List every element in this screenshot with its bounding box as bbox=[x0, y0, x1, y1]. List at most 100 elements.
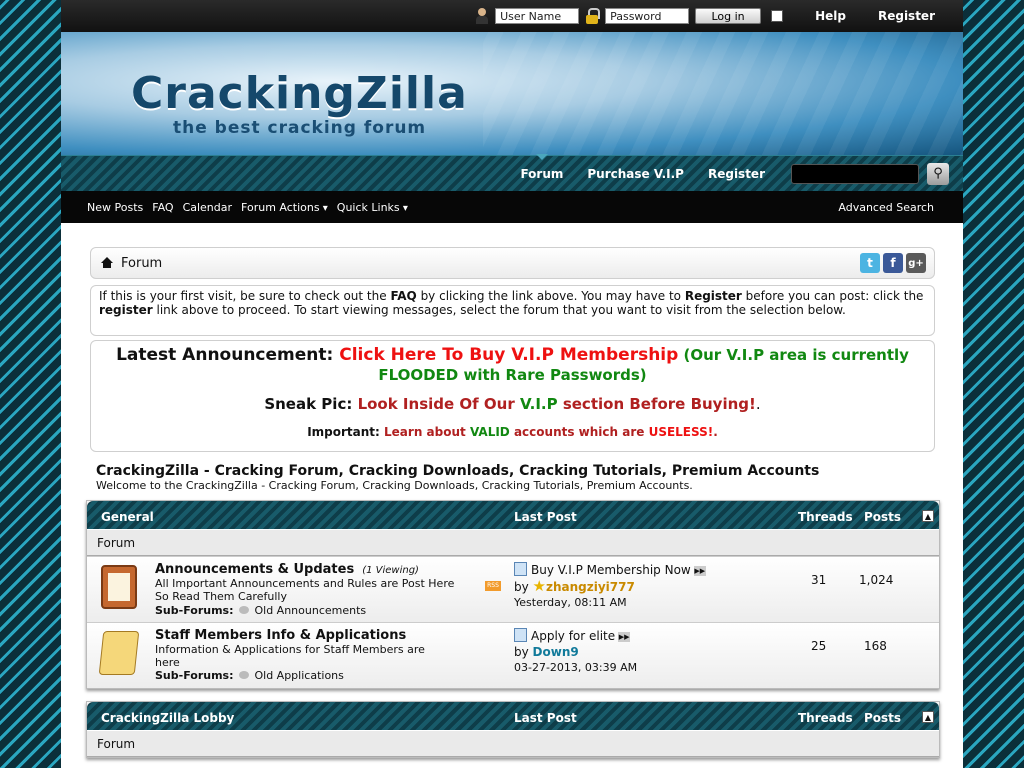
sneak-link[interactable]: section Before Buying! bbox=[558, 395, 756, 413]
document-icon bbox=[514, 628, 527, 642]
announcement-label: Latest Announcement: bbox=[116, 345, 340, 365]
twitter-icon[interactable]: t bbox=[860, 253, 880, 273]
tab-forum[interactable]: Forum bbox=[520, 153, 563, 181]
last-post: Apply for elite ▶▶ by Down9 03-27-2013, 0… bbox=[514, 628, 637, 676]
col-threads: Threads bbox=[798, 510, 853, 524]
new-posts-link[interactable]: New Posts bbox=[87, 201, 143, 214]
notice-register-link[interactable]: Register bbox=[685, 289, 742, 303]
tab-purchase-vip[interactable]: Purchase V.I.P bbox=[587, 167, 684, 181]
breadcrumb-forum[interactable]: Forum bbox=[121, 256, 162, 271]
last-post-title[interactable]: Buy V.I.P Membership Now bbox=[531, 563, 691, 577]
collapse-icon[interactable]: ▲ bbox=[922, 510, 934, 522]
rss-icon[interactable]: RSS bbox=[485, 581, 501, 591]
go-to-post-icon[interactable]: ▶▶ bbox=[618, 632, 631, 642]
last-post-user[interactable]: zhangziyi777 bbox=[546, 580, 635, 594]
notice-text: link above to proceed. To start viewing … bbox=[152, 303, 846, 317]
category-title[interactable]: General bbox=[101, 510, 154, 524]
site-logo[interactable]: CrackingZilla bbox=[131, 68, 468, 119]
forum-description: Information & Applications for Staff Mem… bbox=[155, 643, 425, 669]
register-link[interactable]: Register bbox=[878, 9, 935, 23]
col-last-post: Last Post bbox=[514, 711, 577, 725]
facebook-icon[interactable]: f bbox=[883, 253, 903, 273]
subforum-link[interactable]: Old Announcements bbox=[254, 604, 366, 617]
site-tagline: the best cracking forum bbox=[173, 118, 427, 138]
viewing-count: (1 Viewing) bbox=[362, 565, 419, 576]
notice-text: before you can post: click the bbox=[741, 289, 924, 303]
category-title[interactable]: CrackingZilla Lobby bbox=[101, 711, 234, 725]
welcome-block: CrackingZilla - Cracking Forum, Cracking… bbox=[96, 463, 819, 492]
forum-row: Staff Members Info & Applications Inform… bbox=[87, 622, 939, 688]
subforums-label: Sub-Forums: bbox=[155, 604, 234, 617]
login-button[interactable]: Log in bbox=[695, 8, 762, 24]
notice-text: If this is your first visit, be sure to … bbox=[99, 289, 391, 303]
important-link[interactable]: accounts which are bbox=[510, 425, 649, 439]
last-post-user[interactable]: Down9 bbox=[533, 645, 579, 659]
col-last-post: Last Post bbox=[514, 510, 577, 524]
welcome-subtitle: Welcome to the CrackingZilla - Cracking … bbox=[96, 479, 693, 492]
announcement-link[interactable]: Click Here To Buy V.I.P Membership bbox=[339, 345, 678, 365]
search-icon: ⚲ bbox=[933, 166, 943, 181]
notice-register-link[interactable]: register bbox=[99, 303, 153, 317]
help-link[interactable]: Help bbox=[815, 9, 846, 23]
sneak-link[interactable]: V.I.P bbox=[520, 395, 558, 413]
category-lobby: CrackingZilla Lobby Last Post Threads Po… bbox=[86, 701, 940, 758]
last-post-by: by bbox=[514, 645, 533, 659]
welcome-title: CrackingZilla - Cracking Forum, Cracking… bbox=[96, 463, 820, 479]
go-to-post-icon[interactable]: ▶▶ bbox=[693, 566, 706, 576]
col-posts: Posts bbox=[864, 711, 902, 725]
important-dot: . bbox=[713, 425, 718, 439]
document-icon bbox=[514, 562, 527, 576]
calendar-link[interactable]: Calendar bbox=[183, 201, 232, 214]
search-button[interactable]: ⚲ bbox=[927, 162, 949, 185]
category-header: General Last Post Threads Posts ▲ bbox=[87, 501, 939, 529]
category-general: General Last Post Threads Posts ▲ Forum … bbox=[86, 500, 940, 689]
advanced-search-link[interactable]: Advanced Search bbox=[838, 201, 934, 214]
sub-navbar: New Posts FAQ Calendar Forum Actions Qui… bbox=[61, 191, 963, 223]
notice-faq-link[interactable]: FAQ bbox=[390, 289, 416, 303]
post-count: 168 bbox=[864, 639, 887, 653]
breadcrumb: Forum t f g+ bbox=[90, 247, 935, 279]
forum-status-icon bbox=[101, 565, 137, 609]
forum-status-icon bbox=[98, 631, 140, 675]
sneak-link[interactable]: Look Inside Of Our bbox=[358, 395, 520, 413]
forum-description: All Important Announcements and Rules ar… bbox=[155, 577, 455, 603]
faq-link[interactable]: FAQ bbox=[152, 201, 173, 214]
last-post-by: by bbox=[514, 580, 533, 594]
important-link[interactable]: Learn about bbox=[384, 425, 470, 439]
important-link[interactable]: USELESS! bbox=[649, 425, 714, 439]
username-input[interactable] bbox=[495, 8, 580, 24]
lock-icon bbox=[585, 8, 601, 24]
thread-count: 25 bbox=[811, 639, 827, 653]
forum-title[interactable]: Announcements & Updates bbox=[155, 562, 354, 577]
forum-actions-menu[interactable]: Forum Actions bbox=[241, 201, 328, 214]
subforum-link[interactable]: Old Applications bbox=[254, 669, 343, 682]
subforums: Sub-Forums: Old Announcements bbox=[155, 604, 366, 617]
social-buttons: t f g+ bbox=[860, 253, 926, 273]
notice-text: by clicking the link above. You may have… bbox=[416, 289, 685, 303]
password-input[interactable] bbox=[605, 8, 690, 24]
user-icon bbox=[475, 8, 489, 24]
important-link[interactable]: VALID bbox=[470, 425, 510, 439]
remember-me-checkbox[interactable] bbox=[771, 10, 784, 22]
main-content: Forum t f g+ If this is your first visit… bbox=[61, 223, 963, 768]
tab-register[interactable]: Register bbox=[708, 167, 765, 181]
forum-title[interactable]: Staff Members Info & Applications bbox=[155, 628, 406, 643]
star-icon: ★ bbox=[532, 577, 546, 595]
col-threads: Threads bbox=[798, 711, 853, 725]
col-forum: Forum bbox=[87, 529, 939, 556]
sneak-label: Sneak Pic: bbox=[264, 395, 358, 413]
announcement-box: Latest Announcement: Click Here To Buy V… bbox=[90, 340, 935, 452]
last-post-date: 03-27-2013, 03:39 AM bbox=[514, 661, 638, 674]
search-input[interactable] bbox=[791, 163, 919, 184]
home-icon[interactable] bbox=[101, 257, 113, 269]
collapse-icon[interactable]: ▲ bbox=[922, 711, 934, 723]
last-post: Buy V.I.P Membership Now ▶▶ by ★zhangziyi… bbox=[514, 562, 706, 611]
login-bar: Log in Help Register bbox=[61, 0, 963, 32]
last-post-title[interactable]: Apply for elite bbox=[531, 629, 615, 643]
subforum-icon bbox=[239, 606, 250, 614]
category-header: CrackingZilla Lobby Last Post Threads Po… bbox=[87, 702, 939, 730]
site-banner: CrackingZilla the best cracking forum bbox=[61, 32, 963, 155]
page-frame: Log in Help Register CrackingZilla the b… bbox=[61, 0, 963, 768]
quick-links-menu[interactable]: Quick Links bbox=[337, 201, 408, 214]
google-plus-icon[interactable]: g+ bbox=[906, 253, 926, 273]
